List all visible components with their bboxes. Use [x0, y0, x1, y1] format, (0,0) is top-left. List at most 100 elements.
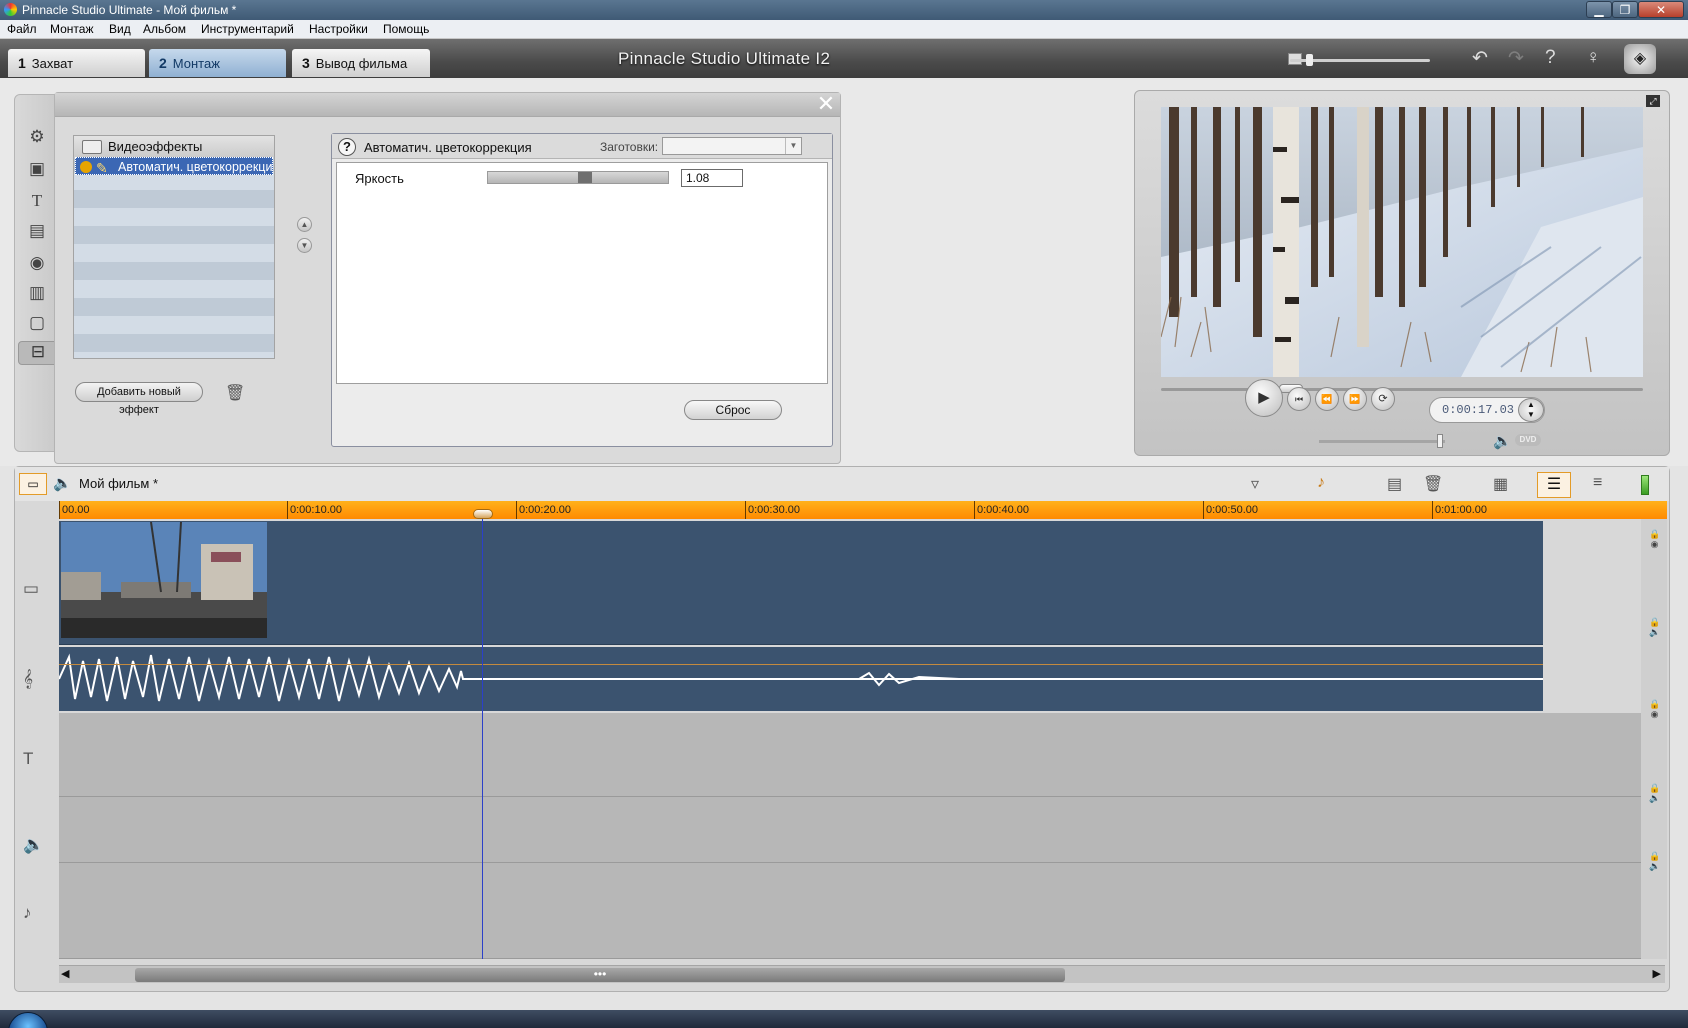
ruler-tick-label: 0:00:30.00 [745, 501, 800, 519]
marker-icon[interactable]: ▿ [1251, 474, 1259, 494]
original-audio-track-icon[interactable]: 𝄞 [23, 669, 33, 689]
loop-icon[interactable]: ⟳ [1371, 387, 1395, 411]
effect-list-item[interactable]: ✎ Автоматич. цветокоррекция [75, 157, 273, 175]
lock-icon[interactable]: 🔒 🔈 [1649, 617, 1660, 637]
minimize-button[interactable]: ▁ [1586, 1, 1612, 18]
tab-label: Монтаж [172, 56, 220, 71]
timeline-scrollbar[interactable]: ◀ ••• ▶ [59, 965, 1665, 983]
menu-edit[interactable]: Монтаж [50, 22, 94, 36]
tab-number: 2 [159, 55, 167, 71]
voiceover-icon[interactable]: ♪ [1317, 474, 1325, 492]
go-to-start-icon[interactable]: ⏮ [1287, 387, 1311, 411]
scroll-right-icon[interactable]: ▶ [1653, 967, 1661, 980]
original-audio-track[interactable] [58, 647, 1543, 711]
add-effect-button[interactable]: Добавить новый эффект [75, 382, 203, 416]
movie-clip-tool-icon[interactable]: ▥ [25, 283, 49, 307]
music-track-icon[interactable]: ♪ [23, 903, 32, 923]
restore-button[interactable]: ❐ [1612, 1, 1638, 18]
playhead[interactable] [482, 511, 483, 959]
menu-toolbox[interactable]: Инструментарий [201, 22, 294, 36]
move-down-icon[interactable]: ▼ [297, 238, 312, 253]
dvd-icon[interactable]: DVD [1515, 434, 1541, 446]
tab-capture[interactable]: 1 Захват [8, 49, 145, 77]
hint-bulb-icon[interactable]: ♀ [1586, 47, 1600, 69]
menu-album[interactable]: Альбом [143, 22, 186, 36]
video-track-icon[interactable]: ▭ [23, 579, 39, 599]
tab-number: 3 [302, 55, 310, 71]
timeline-scrollbar-thumb[interactable]: ••• [135, 968, 1065, 982]
sound-effects-track-icon[interactable]: 🔈 [23, 835, 44, 855]
lock-icon[interactable]: 🔒 🔈 [1649, 783, 1660, 803]
photo-tool-icon[interactable]: ▤ [25, 221, 49, 245]
undo-icon[interactable]: ↶ [1472, 47, 1488, 70]
parameters-body: Яркость 1.08 [336, 162, 828, 384]
video-tool-icon[interactable]: ⚙ [25, 127, 49, 151]
text-view-icon[interactable]: ≡ [1593, 474, 1602, 492]
brightness-slider[interactable] [487, 171, 669, 184]
menu-help[interactable]: Помощь [383, 22, 429, 36]
video-preview [1161, 107, 1643, 377]
timeline-ruler[interactable]: 00.00 0:00:10.00 0:00:20.00 0:00:30.00 0… [59, 501, 1667, 519]
sound-effects-track[interactable] [59, 797, 1665, 863]
lock-icon[interactable]: 🔒 ◉ [1649, 699, 1660, 719]
preview-scrubber[interactable] [1161, 388, 1643, 391]
close-window-button[interactable]: ✕ [1638, 1, 1684, 18]
volume-slider-knob[interactable] [1437, 434, 1443, 448]
title-tool-icon[interactable]: T [25, 191, 49, 215]
effects-category[interactable]: Видеоэффекты [74, 136, 274, 157]
help-icon[interactable]: ? [1545, 47, 1556, 69]
fullscreen-icon[interactable]: ⤢ [1646, 95, 1660, 107]
trash-icon[interactable]: 🗑 [1423, 474, 1443, 494]
brightness-slider-knob[interactable] [578, 172, 592, 183]
scroll-left-icon[interactable]: ◀ [61, 967, 69, 980]
album-size-slider-knob[interactable] [1306, 54, 1313, 66]
frame-tool-icon[interactable]: ▢ [25, 313, 49, 337]
fast-forward-icon[interactable]: ⏩ [1343, 387, 1367, 411]
volume-slider[interactable] [1319, 440, 1445, 443]
start-button-icon[interactable] [8, 1012, 48, 1028]
help-icon[interactable]: ? [338, 138, 356, 156]
tab-edit[interactable]: 2 Монтаж [149, 49, 286, 77]
ruler-tick-label: 0:00:50.00 [1203, 501, 1258, 519]
brightness-input[interactable]: 1.08 [681, 169, 743, 187]
volume-line[interactable] [59, 664, 1543, 665]
title-track-icon[interactable]: T [23, 749, 33, 769]
tab-make-movie[interactable]: 3 Вывод фильма [292, 49, 430, 77]
preview-player: ⤢ ▶ ⏮ ⏪ ⏩ ⟳ 0:00:17.03 ▲ ▼ 🔈 DVD [1134, 90, 1670, 456]
menu-file[interactable]: Файл [7, 22, 37, 36]
reset-button[interactable]: Сброс [684, 400, 782, 420]
timeline-toolbar: ▭ 🔈 Мой фильм * ▿ ♪ ▤ 🗑 ▦ ☰ ≡ [15, 467, 1669, 501]
lock-icon[interactable]: 🔒 ◉ [1649, 529, 1660, 549]
timeline-view-icon[interactable]: ▭ [19, 473, 47, 495]
timeline-view-mode-icon[interactable]: ☰ [1537, 472, 1571, 498]
transition-tool-icon[interactable]: ▣ [25, 159, 49, 183]
music-track[interactable] [59, 863, 1665, 959]
lock-icon[interactable]: 🔒 🔈 [1649, 851, 1660, 871]
redo-icon[interactable]: ↷ [1508, 47, 1524, 70]
playhead-handle[interactable] [473, 509, 493, 519]
video-track[interactable] [59, 521, 1543, 645]
storyboard-view-icon[interactable]: ▦ [1493, 474, 1508, 494]
title-track[interactable] [59, 713, 1665, 797]
presets-dropdown[interactable]: ▼ [662, 137, 802, 155]
video-effects-tool-icon[interactable]: ⊟ [18, 341, 58, 365]
timecode-spinner-icon[interactable]: ▲ ▼ [1518, 398, 1544, 422]
speaker-icon[interactable]: 🔈 [1493, 432, 1512, 450]
menu-settings[interactable]: Настройки [309, 22, 368, 36]
folder-icon [82, 140, 102, 154]
effects-category-label: Видеоэффекты [108, 139, 203, 154]
menu-view[interactable]: Вид [109, 22, 131, 36]
app-header: 1 Захват 2 Монтаж 3 Вывод фильма Pinnacle S… [0, 39, 1688, 78]
timeline-panel: ▭ 🔈 Мой фильм * ▿ ♪ ▤ 🗑 ▦ ☰ ≡ 00.00 0:00… [14, 466, 1670, 992]
trash-icon[interactable]: 🗑 [225, 383, 245, 403]
move-up-icon[interactable]: ▲ [297, 217, 312, 232]
razor-icon[interactable]: ▤ [1387, 474, 1402, 494]
disc-menu-tool-icon[interactable]: ◉ [25, 253, 49, 277]
premium-pack-icon[interactable]: ◈ [1624, 44, 1656, 74]
effect-status-icon [80, 161, 92, 173]
video-clip[interactable] [61, 522, 267, 638]
play-icon[interactable]: ▶ [1245, 379, 1283, 417]
rewind-icon[interactable]: ⏪ [1315, 387, 1339, 411]
close-icon[interactable]: ✕ [815, 93, 837, 115]
audio-mixer-icon[interactable]: 🔈 [53, 474, 72, 492]
